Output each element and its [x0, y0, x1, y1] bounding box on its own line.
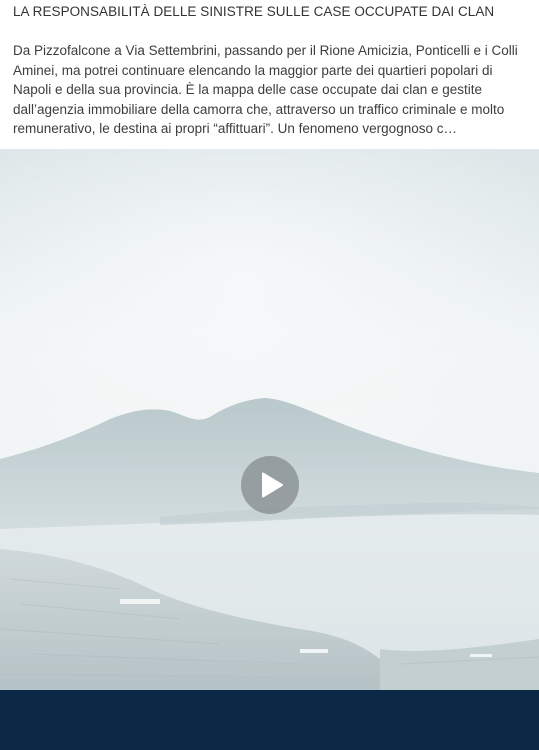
play-icon [262, 472, 283, 498]
post-title[interactable]: LA RESPONSABILITÀ DELLE SINISTRE SULLE C… [13, 3, 528, 21]
vesuvius-bay-of-naples-icon [0, 149, 539, 690]
post-excerpt: Da Pizzofalcone a Via Settembrini, passa… [13, 43, 518, 137]
play-button[interactable] [241, 456, 299, 514]
post-card: LA RESPONSABILITÀ DELLE SINISTRE SULLE C… [0, 0, 539, 750]
video-player[interactable] [0, 149, 539, 690]
video-footer-bar [0, 690, 539, 750]
